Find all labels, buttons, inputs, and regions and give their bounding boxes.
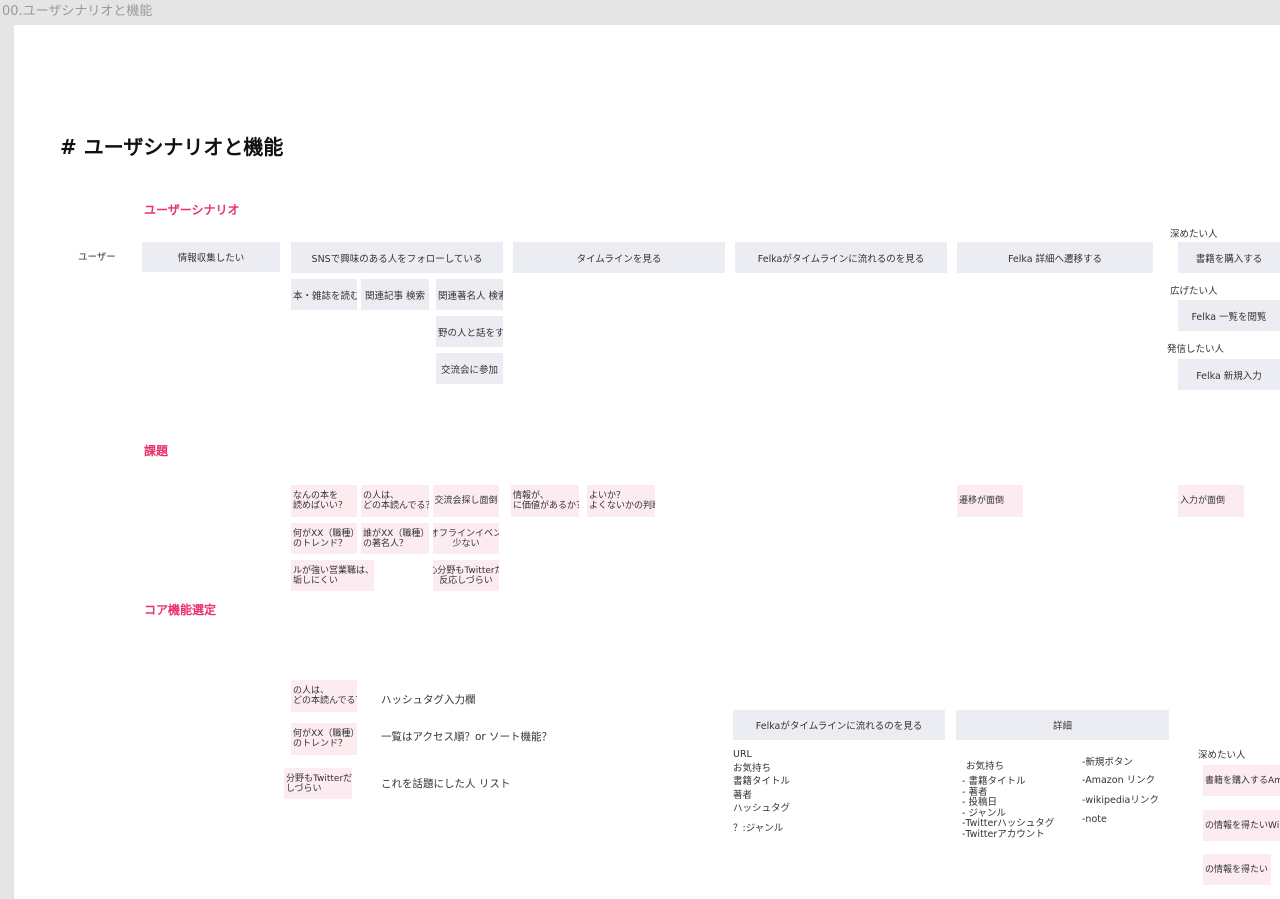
- issue-sticky-2: の人は、 どの本読んでる？: [361, 485, 429, 517]
- sub-step-read: 本・雑誌を読む: [291, 279, 357, 310]
- core-right-sticky-2: の情報を得たいWi: [1203, 810, 1280, 841]
- scenario-step-4: Felkaがタイムラインに流れるのを見る: [735, 242, 947, 273]
- section-title-issues: 課題: [144, 444, 169, 458]
- section-title-core: コア機能選定: [144, 603, 217, 617]
- issue-sticky-1: なんの本を 読めばいい？: [291, 485, 357, 517]
- label-share: 発信したい人: [1167, 344, 1225, 355]
- core-detail-list: - 書籍タイトル - 著者 - 投稿日 - ジャンル -Twitterハッシュタ…: [962, 776, 1055, 840]
- core-detail-wikipedia-link: -wikipediaリンク: [1082, 795, 1159, 806]
- core-detail-kimochi: お気持ち: [966, 761, 1005, 772]
- core-detail-note: -note: [1082, 814, 1107, 825]
- issue-sticky-5: 誰がXX（職種） の著名人？: [361, 523, 429, 554]
- label-broaden: 広げたい人: [1170, 286, 1218, 297]
- core-timeline-genre: ？:ジャンル: [733, 823, 784, 834]
- page-heading: # ユーザシナリオと機能: [60, 135, 284, 159]
- core-right-sticky-3: の情報を得たい: [1203, 854, 1271, 885]
- core-detail-box: 詳細: [956, 710, 1169, 740]
- core-timeline-box: Felkaがタイムラインに流れるのを見る: [733, 710, 945, 740]
- frame-title: 00.ユーザシナリオと機能: [2, 4, 153, 19]
- label-deepen: 深めたい人: [1170, 229, 1218, 240]
- sub-step-related-search: 関連記事 検索: [361, 279, 429, 310]
- scenario-step-2: SNSで興味のある人をフォローしている: [291, 242, 503, 273]
- scenario-felka-list: Felka 一覧を閲覧: [1178, 300, 1280, 331]
- issue-sticky-7: ルが強い営業職は、 垢しにくい: [291, 560, 374, 591]
- scenario-step-5: Felka 詳細へ遷移する: [957, 242, 1153, 273]
- scenario-step-3: タイムラインを見る: [513, 242, 725, 273]
- core-feature-2: 一覧はアクセス順？or ソート機能？: [381, 731, 553, 743]
- issue-sticky-6: オフラインイベン 少ない: [433, 523, 499, 554]
- core-sticky-3: 分野もTwitterだ しづらい: [284, 768, 352, 799]
- issue-sticky-9: 情報が、 に価値があるか？: [511, 485, 579, 517]
- sub-step-talk: 野の人と話をする: [436, 316, 503, 347]
- core-sticky-1: の人は、 どの本読んでる？: [291, 680, 357, 712]
- issue-sticky-3: 交流会探し面倒: [433, 485, 499, 517]
- core-detail-new-button: -新規ボタン: [1082, 757, 1133, 768]
- user-label: ユーザー: [78, 252, 116, 263]
- scenario-step-1: 情報収集したい: [142, 242, 280, 272]
- core-right-sticky-1: 書籍を購入するAma: [1203, 765, 1280, 796]
- issue-transition: 遷移が面倒: [957, 485, 1023, 517]
- issue-sticky-4: 何がXX（職種） のトレンド？: [291, 523, 357, 554]
- core-label-deepen: 深めたい人: [1198, 750, 1246, 761]
- scenario-step-6: 書籍を購入する: [1178, 242, 1280, 273]
- core-feature-3: これを話題にした人 リスト: [381, 778, 511, 790]
- sub-step-author-search: 関連著名人 検索: [436, 279, 503, 310]
- core-feature-1: ハッシュタグ入力欄: [381, 694, 476, 706]
- board-canvas: # ユーザシナリオと機能 ユーザーシナリオ ユーザー 情報収集したい SNSで興…: [14, 25, 1280, 899]
- issue-sticky-8: 心分野もTwitterだ 反応しづらい: [433, 560, 499, 591]
- scenario-felka-new: Felka 新規入力: [1178, 359, 1280, 390]
- sub-step-meetup: 交流会に参加: [436, 353, 503, 384]
- core-detail-amazon-link: -Amazon リンク: [1082, 775, 1156, 786]
- issue-input: 入力が面倒: [1178, 485, 1244, 517]
- issue-sticky-10: よいか？ よくないかの判断: [587, 485, 655, 517]
- core-timeline-items: URL お気持ち 書籍タイトル 著者 ハッシュタグ: [733, 749, 791, 814]
- section-title-scenario: ユーザーシナリオ: [144, 203, 240, 217]
- core-sticky-2: 何がXX（職種） のトレンド？: [291, 723, 357, 755]
